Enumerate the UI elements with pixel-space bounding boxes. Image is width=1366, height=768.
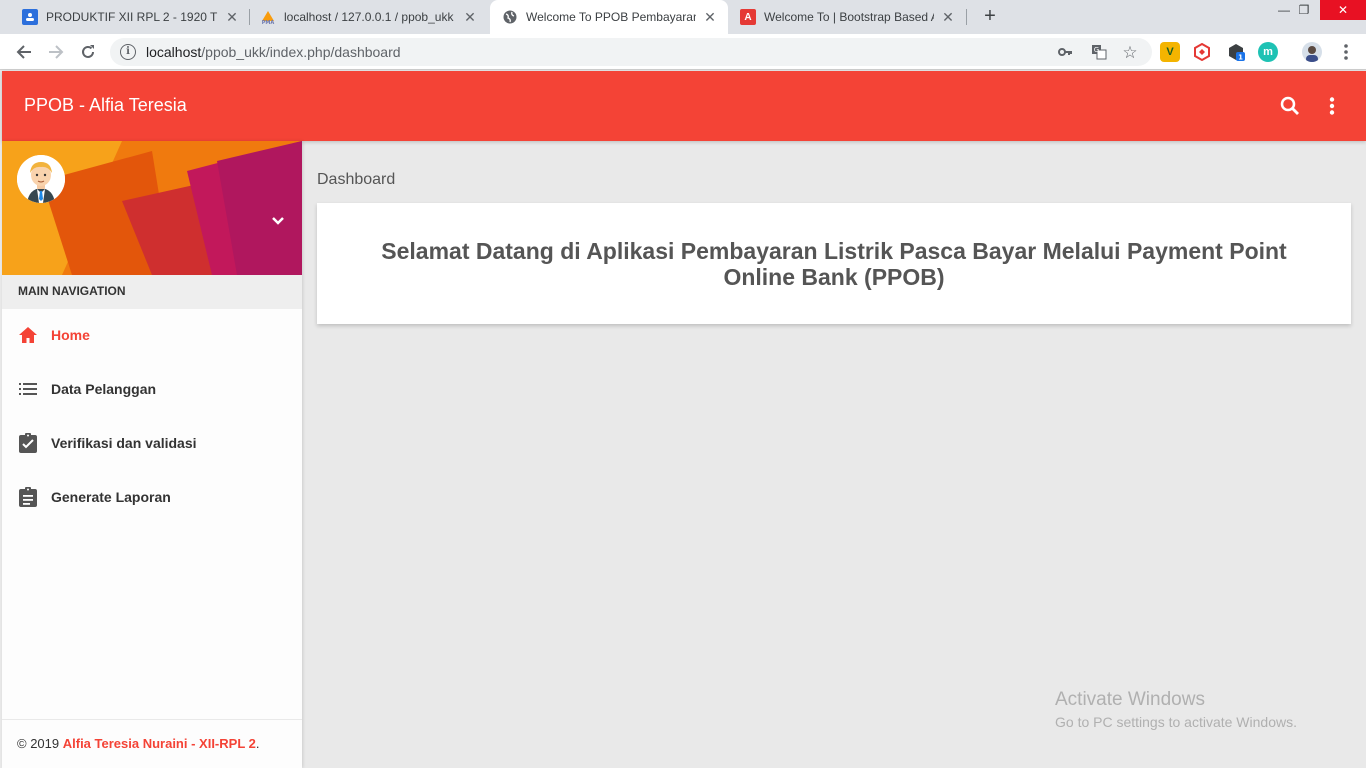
sidebar-item-label: Verifikasi dan validasi (51, 435, 197, 451)
browser-tab-strip: PRODUKTIF XII RPL 2 - 1920 TIM ✕ PMA loc… (0, 0, 1366, 34)
welcome-heading: Selamat Datang di Aplikasi Pembayaran Li… (381, 237, 1287, 290)
list-icon (17, 378, 39, 400)
tab-title: PRODUKTIF XII RPL 2 - 1920 TIM (46, 10, 218, 24)
browser-tab[interactable]: PMA localhost / 127.0.0.1 / ppob_ukk ✕ (250, 0, 488, 34)
sidebar-item-verifikasi[interactable]: Verifikasi dan validasi (2, 416, 302, 470)
svg-text:PMA: PMA (262, 20, 275, 25)
home-icon (17, 324, 39, 346)
tab-title: Welcome To PPOB Pembayaran (526, 10, 696, 24)
sidebar: MAIN NAVIGATION Home Data Pelanggan Veri… (2, 141, 302, 768)
sidebar-item-home[interactable]: Home (2, 308, 302, 362)
forward-arrow-icon[interactable] (44, 40, 68, 64)
avatar[interactable] (17, 155, 65, 203)
translate-icon[interactable]: G (1090, 44, 1108, 62)
copyright-prefix: © 2019 (17, 736, 63, 751)
app-header: PPOB - Alfia Teresia (2, 71, 1366, 141)
footer-copyright: © 2019 Alfia Teresia Nuraini - XII-RPL 2… (2, 719, 302, 768)
browser-toolbar: i localhost/ppob_ukk/index.php/dashboard… (0, 34, 1366, 70)
svg-text:1: 1 (1238, 54, 1243, 62)
sidebar-item-label: Home (51, 327, 90, 343)
nav-header: MAIN NAVIGATION (2, 275, 302, 309)
tab-separator (966, 9, 967, 25)
main-content: Dashboard Selamat Datang di Aplikasi Pem… (302, 141, 1366, 768)
welcome-card: Selamat Datang di Aplikasi Pembayaran Li… (317, 203, 1351, 324)
browser-tab-active[interactable]: Welcome To PPOB Pembayaran ✕ (490, 0, 728, 34)
browser-tab[interactable]: PRODUKTIF XII RPL 2 - 1920 TIM ✕ (0, 0, 250, 34)
profile-avatar-icon[interactable] (1302, 42, 1322, 62)
bookmark-star-icon[interactable]: ☆ (1121, 44, 1139, 62)
assignment-icon (17, 486, 39, 508)
admin-bsb-icon: A (740, 9, 756, 25)
url-host: localhost (146, 44, 202, 60)
classroom-icon (22, 9, 38, 25)
address-url: localhost/ppob_ukk/index.php/dashboard (146, 44, 401, 60)
user-info-panel (2, 141, 302, 275)
tab-close-icon[interactable]: ✕ (224, 9, 240, 26)
tab-close-icon[interactable]: ✕ (940, 9, 956, 26)
copyright-owner-link[interactable]: Alfia Teresia Nuraini - XII-RPL 2 (63, 736, 256, 751)
windows-activation-watermark: Activate Windows Go to PC settings to ac… (1055, 689, 1297, 730)
browser-tab[interactable]: A Welcome To | Bootstrap Based A ✕ (728, 0, 966, 34)
tab-close-icon[interactable]: ✕ (702, 9, 718, 26)
reload-icon[interactable] (76, 40, 100, 64)
tab-title: Welcome To | Bootstrap Based A (764, 10, 934, 24)
watermark-line-2: Go to PC settings to activate Windows. (1055, 714, 1297, 730)
svg-text:G: G (1094, 46, 1099, 54)
chevron-down-icon[interactable] (268, 211, 288, 231)
phpmyadmin-icon: PMA (260, 9, 276, 25)
watermark-line-1: Activate Windows (1055, 689, 1205, 710)
sidebar-item-data-pelanggan[interactable]: Data Pelanggan (2, 362, 302, 416)
copyright-suffix: . (255, 736, 260, 751)
window-close-icon[interactable]: ✕ (1320, 0, 1366, 20)
extension-v-icon[interactable]: V (1160, 42, 1180, 62)
globe-icon (502, 9, 518, 25)
url-path: /ppob_ukk/index.php/dashboard (201, 44, 401, 60)
back-arrow-icon[interactable] (12, 40, 36, 64)
sidebar-item-label: Data Pelanggan (51, 381, 157, 397)
new-tab-button[interactable]: + (979, 5, 1001, 27)
extension-box-icon[interactable]: 1 (1226, 42, 1246, 62)
tab-title: localhost / 127.0.0.1 / ppob_ukk (284, 10, 454, 24)
extension-m-icon[interactable]: m (1258, 42, 1278, 62)
sidebar-item-generate-laporan[interactable]: Generate Laporan (2, 470, 302, 524)
app-brand[interactable]: PPOB - Alfia Teresia (24, 95, 187, 116)
search-icon[interactable] (1278, 94, 1302, 118)
assignment-check-icon (17, 432, 39, 454)
browser-menu-icon[interactable] (1334, 40, 1358, 64)
address-bar[interactable]: i localhost/ppob_ukk/index.php/dashboard… (110, 38, 1152, 66)
extension-sync-icon[interactable] (1192, 42, 1212, 62)
page-title: Dashboard (317, 171, 396, 188)
more-vert-icon[interactable] (1320, 94, 1344, 118)
key-icon[interactable] (1056, 44, 1074, 62)
site-info-icon[interactable]: i (120, 44, 136, 60)
tab-close-icon[interactable]: ✕ (462, 9, 478, 26)
sidebar-item-label: Generate Laporan (51, 489, 171, 505)
